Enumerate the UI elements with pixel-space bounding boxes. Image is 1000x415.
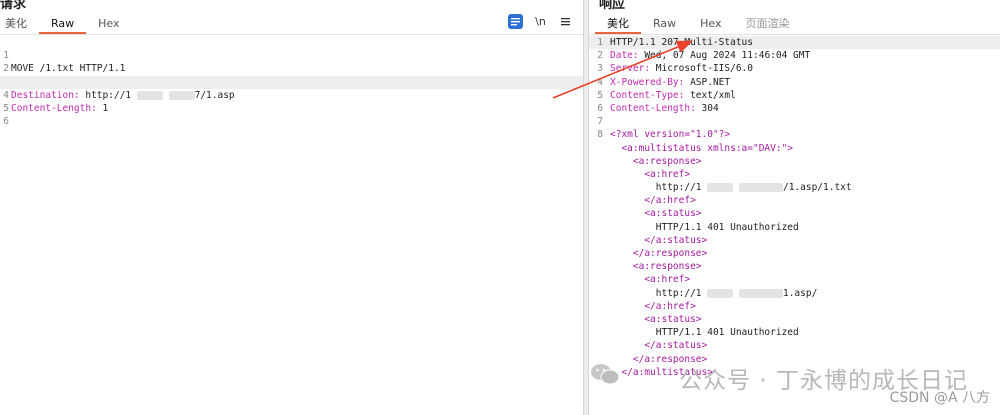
editor-line: 4 X-Powered-By: ASP.NET [589, 76, 1000, 89]
line-number: 8 [597, 129, 603, 141]
editor-line: </a:response> [589, 247, 1000, 260]
header-value: Microsoft-IIS/6.0 [650, 63, 753, 75]
response-editor[interactable]: 1 HTTP/1.1 207 Multi-Status 2 Date: Wed, 07… [589, 36, 1000, 415]
editor-line: <a:status> [589, 207, 1000, 220]
line-number: 3 [597, 63, 603, 75]
editor-line: 5 [0, 89, 583, 114]
newline-toggle[interactable]: \n [533, 14, 548, 29]
tab-render[interactable]: 页面渲染 [734, 16, 802, 34]
editor-line: 2 Host: [0, 49, 583, 88]
line-number: 4 [597, 76, 603, 88]
xml-tag: <a:href> [610, 274, 691, 286]
hamburger-menu-icon[interactable] [558, 14, 573, 29]
xml-tag: </a:status> [610, 340, 708, 352]
text-node: http://1 [610, 182, 702, 194]
text-node: HTTP/1.1 401 Unauthorized [610, 327, 799, 339]
editor-line: HTTP/1.1 401 Unauthorized [589, 221, 1000, 234]
editor-line: <a:href> [589, 273, 1000, 286]
header-value: text/xml [684, 89, 736, 101]
xml-tag: </a:href> [610, 195, 696, 207]
editor-line: 8 <?xml version="1.0"?> [589, 128, 1000, 141]
header-key: Content-Type: [610, 89, 685, 101]
editor-line: 5 Content-Type: text/xml [589, 89, 1000, 102]
xml-tag: <a:response> [610, 155, 702, 167]
text-node: HTTP/1.1 401 Unauthorized [610, 221, 799, 233]
editor-line-current: 4 Content-Length: 1 [0, 75, 583, 114]
tab-raw[interactable]: Raw [39, 16, 87, 34]
editor-line: <a:response> [589, 155, 1000, 168]
tab-pretty[interactable]: 美化 [595, 16, 641, 34]
tab-pretty[interactable]: 美化 [0, 16, 39, 34]
header-key: X-Powered-By: [610, 76, 685, 88]
request-editor[interactable]: 1 MOVE /1.txt HTTP/1.1 2 Host: 3 Destina… [0, 36, 583, 415]
header-key: Date: [610, 50, 639, 62]
editor-line: 3 Destination: http://1 7/1.asp [0, 62, 583, 101]
editor-line: <a:multistatus xmlns:a="DAV:"> [589, 142, 1000, 155]
redacted-block [738, 288, 783, 298]
editor-line: </a:href> [589, 300, 1000, 313]
text-node-tail: 1.asp/ [782, 287, 818, 299]
editor-line: 1 MOVE /1.txt HTTP/1.1 [0, 36, 583, 74]
request-toolbar: \n [508, 14, 573, 29]
line-number: 5 [597, 89, 603, 101]
line-number: 6 [597, 102, 603, 114]
csdn-watermark: CSDN @A 八方 [889, 390, 990, 406]
redacted-block [707, 288, 734, 298]
editor-line: 6 Content-Length: 304 [589, 102, 1000, 115]
xml-tag: <a:response> [610, 261, 702, 273]
status-line: HTTP/1.1 207 Multi-Status [610, 37, 753, 48]
header-value: Wed, 07 Aug 2024 11:46:04 GMT [638, 50, 811, 62]
editor-line: 6 [0, 102, 583, 127]
editor-line: 3 Server: Microsoft-IIS/6.0 [589, 62, 1000, 75]
xml-tag: <?xml version="1.0"?> [610, 129, 731, 141]
xml-tag: <a:status> [610, 313, 702, 325]
editor-line: <a:status> [589, 313, 1000, 326]
editor-line: <a:href> [589, 168, 1000, 181]
request-pane: 请求 美化 Raw Hex \n 1 MOVE /1.txt HTTP/1.1 … [0, 0, 583, 415]
editor-line: HTTP/1.1 401 Unauthorized [589, 326, 1000, 339]
xml-tag: <a:status> [610, 208, 702, 220]
header-key: Server: [610, 63, 651, 75]
line-number: 7 [597, 116, 603, 128]
editor-line: 2 Date: Wed, 07 Aug 2024 11:46:04 GMT [589, 49, 1000, 62]
tabs-divider [589, 34, 1000, 35]
response-pane: 响应 美化 Raw Hex 页面渲染 1 HTTP/1.1 207 Multi-S… [589, 0, 1000, 415]
xml-tag: <a:href> [610, 168, 691, 180]
header-value: 304 [695, 102, 719, 114]
editor-line: http://1 /1.asp/1.txt [589, 181, 1000, 194]
redacted-block [707, 183, 734, 193]
tab-raw[interactable]: Raw [641, 16, 688, 34]
editor-line: </a:status> [589, 234, 1000, 247]
editor-line: <a:response> [589, 260, 1000, 273]
editor-line: 7 [589, 115, 1000, 128]
xml-tag: </a:href> [610, 300, 696, 312]
response-title: 响应 [599, 0, 626, 12]
editor-line: http://1 1.asp/ [589, 287, 1000, 300]
list-wrap-icon[interactable] [508, 14, 523, 29]
line-number: 1 [597, 37, 603, 48]
header-value: ASP.NET [684, 76, 731, 88]
line-number: 2 [597, 50, 603, 62]
tabs-divider [0, 34, 583, 35]
editor-line: </a:status> [589, 339, 1000, 352]
request-title: 请求 [0, 0, 27, 12]
line-number: 6 [3, 116, 9, 128]
request-tabs: 美化 Raw Hex [0, 14, 132, 34]
wechat-icon [591, 364, 620, 385]
xml-tag: <a:multistatus xmlns:a="DAV:"> [610, 142, 794, 154]
header-key: Content-Length: [610, 102, 696, 114]
editor-line: </a:href> [589, 194, 1000, 207]
text-node: http://1 [610, 287, 702, 299]
xml-tag: </a:status> [610, 234, 708, 246]
text-node-tail: /1.asp/1.txt [782, 182, 852, 194]
redacted-block [738, 183, 783, 193]
tab-hex[interactable]: Hex [688, 16, 733, 34]
xml-tag: </a:response> [610, 248, 708, 259]
tab-hex[interactable]: Hex [86, 16, 131, 34]
editor-line-current: 1 HTTP/1.1 207 Multi-Status [589, 36, 1000, 50]
response-tabs: 美化 Raw Hex 页面渲染 [595, 14, 802, 34]
